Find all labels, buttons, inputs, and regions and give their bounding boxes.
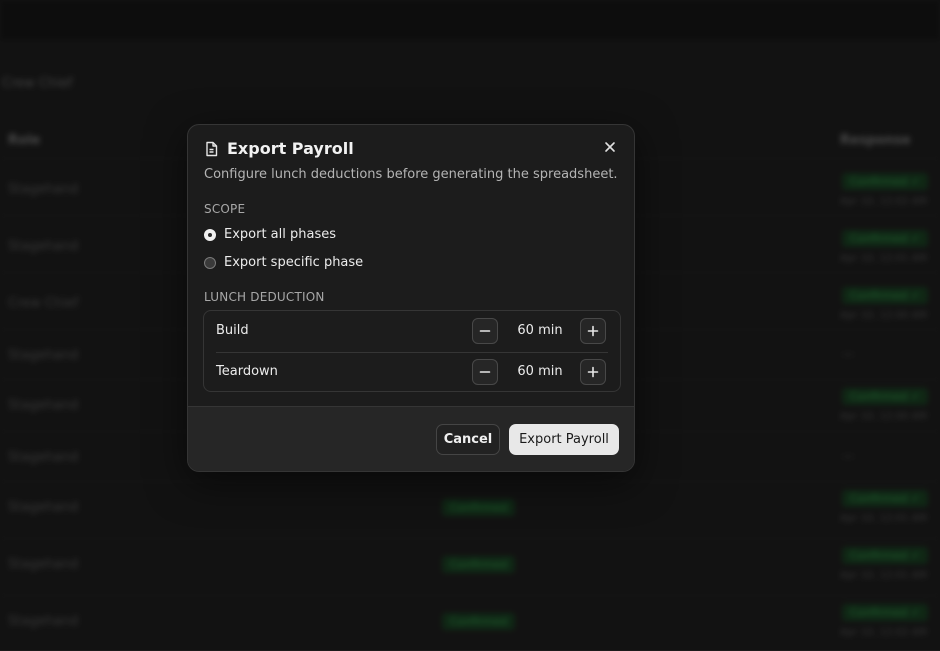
export-payroll-dialog: Export Payroll Configure lunch deduction… [187, 124, 635, 472]
phase-name: Build [216, 323, 249, 338]
deduction-value: 60 min [517, 364, 563, 379]
radio-export-all-phases[interactable]: Export all phases [204, 227, 336, 242]
dialog-title: Export Payroll [227, 139, 354, 158]
increase-button[interactable] [580, 359, 606, 385]
lunch-deduction-label: LUNCH DEDUCTION [204, 290, 325, 304]
increase-button[interactable] [580, 318, 606, 344]
minus-icon [479, 325, 491, 337]
minus-icon [479, 366, 491, 378]
decrease-button[interactable] [472, 359, 498, 385]
export-payroll-button[interactable]: Export Payroll [509, 424, 619, 455]
cancel-button[interactable]: Cancel [436, 424, 500, 455]
close-icon [604, 141, 616, 153]
radio-label: Export all phases [224, 227, 337, 242]
close-button[interactable] [600, 137, 620, 157]
deduction-row-build: Build 60 min [204, 311, 620, 351]
dialog-description: Configure lunch deductions before genera… [204, 167, 618, 182]
deduction-row-teardown: Teardown 60 min [204, 352, 620, 392]
plus-icon [587, 366, 599, 378]
dialog-footer: Cancel Export Payroll [188, 406, 634, 471]
document-icon [204, 141, 219, 157]
dialog-header: Export Payroll [204, 139, 354, 158]
phase-name: Teardown [216, 364, 278, 379]
plus-icon [587, 325, 599, 337]
lunch-deduction-list: Build 60 min Teardown 60 min [203, 310, 621, 392]
radio-export-specific-phase[interactable]: Export specific phase [204, 255, 363, 270]
radio-label: Export specific phase [224, 255, 364, 270]
scope-label: SCOPE [204, 202, 246, 216]
radio-button-checked[interactable] [204, 228, 216, 241]
radio-button[interactable] [204, 256, 216, 269]
deduction-value: 60 min [517, 323, 563, 338]
decrease-button[interactable] [472, 318, 498, 344]
